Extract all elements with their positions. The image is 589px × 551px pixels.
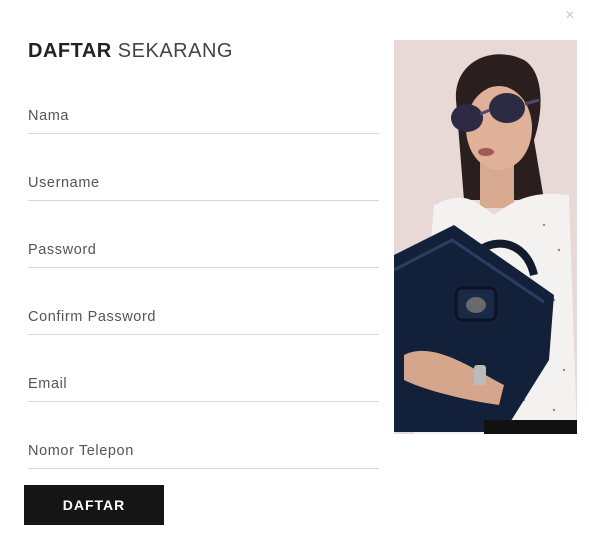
title-light: SEKARANG <box>117 40 233 62</box>
password-input[interactable] <box>28 242 379 258</box>
username-input[interactable] <box>28 175 379 191</box>
submit-button[interactable]: DAFTAR <box>24 485 164 525</box>
title-bold: DAFTAR <box>28 40 112 62</box>
confirm-password-input[interactable] <box>28 309 379 325</box>
email-field-row <box>28 335 379 402</box>
model-illustration <box>394 40 577 434</box>
modal-title: DAFTAR SEKARANG <box>28 40 233 63</box>
name-input[interactable] <box>28 108 379 124</box>
model-photo <box>394 40 577 434</box>
register-form <box>28 84 379 469</box>
register-modal: × DAFTAR SEKARANG DAFTAR <box>0 0 589 551</box>
username-field-row <box>28 134 379 201</box>
close-icon[interactable]: × <box>562 8 578 24</box>
password-field-row <box>28 201 379 268</box>
phone-input[interactable] <box>28 443 379 459</box>
name-field-row <box>28 84 379 134</box>
email-input[interactable] <box>28 376 379 392</box>
phone-field-row <box>28 402 379 469</box>
confirm-password-field-row <box>28 268 379 335</box>
